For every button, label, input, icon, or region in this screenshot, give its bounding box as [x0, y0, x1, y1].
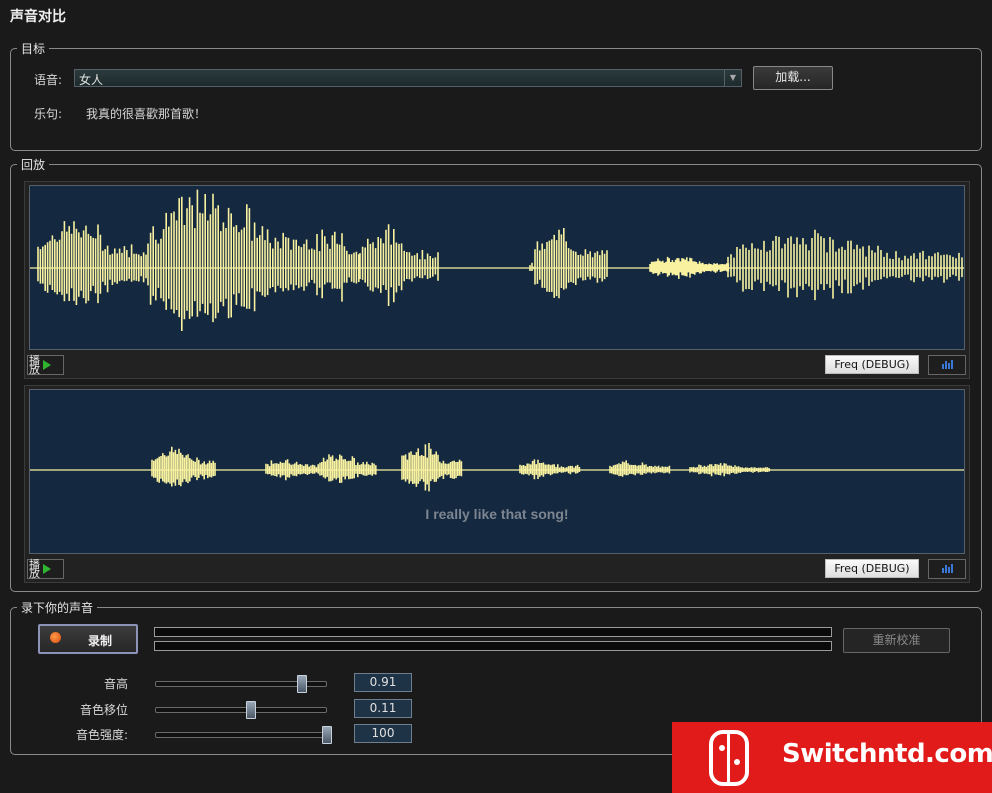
record-button[interactable]: 录制 — [38, 624, 138, 654]
pitch-label: 音高 — [103, 677, 128, 691]
record-button-label: 录制 — [88, 634, 113, 648]
target-group: 目标 — [10, 40, 982, 151]
load-button[interactable]: 加载... — [753, 66, 833, 90]
reference-freq-debug-button[interactable]: Freq (DEBUG) — [825, 355, 919, 374]
level-meter-left — [154, 627, 832, 637]
pitch-slider-thumb[interactable] — [296, 675, 307, 693]
watermark-banner: Switchntd.com — [672, 722, 992, 793]
reference-play-button[interactable]: 播放 — [27, 355, 64, 375]
timbre-strength-slider[interactable] — [155, 726, 332, 744]
pitch-slider[interactable] — [155, 675, 327, 693]
target-legend: 目标 — [21, 42, 46, 56]
timbre-strength-slider-thumb[interactable] — [322, 726, 332, 744]
timbre-shift-label: 音色移位 — [79, 703, 128, 717]
record-dot-icon — [50, 632, 61, 643]
pitch-value[interactable]: 0.91 — [354, 673, 412, 692]
play-icon — [43, 360, 51, 370]
chevron-down-icon[interactable]: ▼ — [724, 70, 741, 86]
window-title: 声音对比 — [10, 9, 66, 25]
reference-waveform — [29, 185, 965, 350]
playback-legend: 回放 — [21, 158, 46, 172]
user-waveform: I really like that song! — [29, 389, 965, 554]
phrase-label: 乐句: — [34, 107, 63, 121]
user-subtitle: I really like that song! — [425, 506, 569, 522]
reference-play-label: 播放 — [29, 354, 40, 376]
reference-waveform-panel: 播放 Freq (DEBUG) — [24, 181, 970, 379]
user-waveform-plot — [30, 443, 964, 492]
voice-select[interactable]: 女人 ▼ — [74, 69, 742, 87]
user-play-label: 播放 — [29, 558, 40, 580]
recalibrate-button[interactable]: 重新校准 — [843, 628, 950, 653]
voice-label: 语音: — [34, 73, 63, 87]
timbre-shift-slider[interactable] — [155, 701, 327, 719]
timbre-shift-slider-thumb[interactable] — [245, 701, 256, 719]
voice-select-value: 女人 — [79, 73, 104, 87]
user-play-button[interactable]: 播放 — [27, 559, 64, 579]
level-meter-right — [154, 641, 832, 651]
play-icon — [43, 564, 51, 574]
reference-spectrum-button[interactable] — [928, 355, 966, 375]
user-spectrum-button[interactable] — [928, 559, 966, 579]
record-legend: 录下你的声音 — [21, 601, 94, 615]
user-freq-debug-button[interactable]: Freq (DEBUG) — [825, 559, 919, 578]
timbre-strength-label: 音色强度: — [75, 728, 128, 742]
user-waveform-panel: I really like that song! 播放 Freq (DEBUG) — [24, 385, 970, 583]
switch-logo-icon — [709, 730, 749, 786]
reference-waveform-plot — [30, 189, 964, 331]
timbre-strength-value[interactable]: 100 — [354, 724, 412, 743]
timbre-shift-value[interactable]: 0.11 — [354, 699, 412, 718]
watermark-text: Switchntd.com — [782, 739, 992, 769]
phrase-text: 我真的很喜歡那首歌！ — [86, 107, 207, 121]
